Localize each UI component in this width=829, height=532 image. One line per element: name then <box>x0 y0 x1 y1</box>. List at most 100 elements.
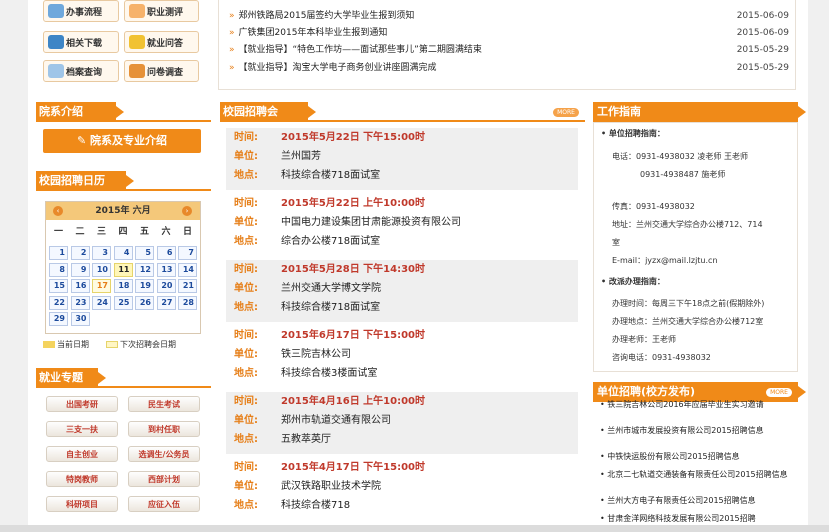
calendar-day[interactable]: 7 <box>178 246 197 260</box>
quick-link-process[interactable]: 办事流程 <box>43 0 119 22</box>
recruit-item[interactable]: 时间: 2015年5月22日 下午15:00时 单位: 兰州国芳 地点: 科技综合楼718… <box>226 128 578 190</box>
calendar-day[interactable]: 24 <box>92 295 111 310</box>
calendar-day[interactable]: 29 <box>49 312 68 326</box>
recruit-place-label: 地点: <box>234 434 258 445</box>
recruit-unit-value[interactable]: 郑州市轨道交通有限公司 <box>281 415 391 426</box>
news-item[interactable]: » 【就业指导】“特色工作坊——面试那些事儿”第二期圆满结束 2015-05-29 <box>229 42 789 58</box>
recruit-time-value: 2015年6月17日 下午15:00时 <box>281 330 426 341</box>
news-item[interactable]: » 郑州铁路局2015届签约大学毕业生报到须知 2015-06-09 <box>229 8 789 24</box>
unit-job-item[interactable]: • 兰州大方电子有限责任公司2015招聘信息 <box>600 496 790 506</box>
calendar-day[interactable]: 19 <box>135 279 154 293</box>
calendar-day[interactable]: 5 <box>135 246 154 260</box>
unit-job-title[interactable]: 兰州大方电子有限责任公司2015招聘信息 <box>607 496 755 505</box>
prev-month-button[interactable]: ‹ <box>53 206 63 216</box>
topic-button[interactable]: 西部计划 <box>128 471 200 487</box>
topic-button[interactable]: 到村任职 <box>128 421 200 437</box>
recruit-time-line: 时间: 2015年5月28日 下午14:30时 <box>234 263 425 277</box>
recruit-unit-value[interactable]: 兰州交通大学博文学院 <box>281 283 381 294</box>
quick-link-career-test[interactable]: 职业测评 <box>124 0 199 22</box>
quick-link-archive[interactable]: 档案查询 <box>43 60 119 82</box>
calendar-day[interactable]: 13 <box>156 262 176 277</box>
recruit-unit-value[interactable]: 兰州国芳 <box>281 151 321 162</box>
unit-guide-heading: • 单位招聘指南： <box>601 129 665 138</box>
quick-link-survey[interactable]: 问卷调查 <box>124 60 199 82</box>
dept-intro-button[interactable]: ✎ 院系及专业介绍 <box>43 129 201 153</box>
recruit-place-label: 地点: <box>234 368 258 379</box>
recruit-place-label: 地点: <box>234 500 258 511</box>
recruit-calendar: 2015年 六月 ‹ › 一二三四五六日 1 2 3 4 5 6 7 8 9 10 11 12 13 14 1… <box>45 201 201 334</box>
topic-button[interactable]: 选调生/公务员 <box>128 446 200 462</box>
unit-job-item[interactable]: • 北京二七轨道交通装备有限责任公司2015招聘信息 <box>600 470 790 480</box>
unit-job-item[interactable]: • 兰州市城市发展投资有限公司2015招聘信息 <box>600 426 790 436</box>
calendar-day[interactable]: 14 <box>178 262 197 277</box>
unit-job-title[interactable]: 铁三院吉林公司2016年应届毕业生实习邀请 <box>607 400 763 409</box>
unit-job-title[interactable]: 甘肃金洋网络科技发展有限公司2015招聘 <box>607 514 755 523</box>
calendar-day[interactable]: 23 <box>70 295 90 310</box>
guide-email[interactable]: E-mail：jyzx@mail.lzjtu.cn <box>612 255 718 267</box>
recruit-item[interactable]: 时间: 2015年4月16日 上午10:00时 单位: 郑州市轨道交通有限公司 地点: 五… <box>226 392 578 454</box>
calendar-day[interactable]: 30 <box>70 312 90 326</box>
calendar-day[interactable]: 22 <box>49 295 68 310</box>
calendar-day[interactable]: 27 <box>156 295 176 310</box>
topic-button[interactable]: 三支一扶 <box>46 421 118 437</box>
recruit-unit-label: 单位: <box>234 283 258 294</box>
recruit-time-label: 时间: <box>234 462 258 473</box>
recruit-unit-value[interactable]: 铁三院吉林公司 <box>281 349 351 360</box>
calendar-day[interactable]: 11 <box>113 262 133 277</box>
quick-link-qa[interactable]: 就业问答 <box>124 31 199 53</box>
recruit-item[interactable]: 时间: 2015年5月22日 上午10:00时 单位: 中国电力建设集团甘肃能源投资有… <box>226 194 578 256</box>
calendar-day[interactable]: 6 <box>156 246 176 260</box>
recruit-unit-line: 单位: 铁三院吉林公司 <box>234 348 351 362</box>
qa-icon <box>129 35 145 49</box>
calendar-day[interactable]: 12 <box>135 262 154 277</box>
calendar-day[interactable]: 16 <box>70 279 90 293</box>
topic-button[interactable]: 科研项目 <box>46 496 118 512</box>
unit-job-item[interactable]: • 甘肃金洋网络科技发展有限公司2015招聘 <box>600 514 790 524</box>
calendar-day[interactable]: 3 <box>92 246 111 260</box>
recruit-item[interactable]: 时间: 2015年5月28日 下午14:30时 单位: 兰州交通大学博文学院 地点: 科技… <box>226 260 578 322</box>
topic-button[interactable]: 出国考研 <box>46 396 118 412</box>
calendar-day[interactable]: 18 <box>113 279 133 293</box>
recruit-item[interactable]: 时间: 2015年4月17日 下午15:00时 单位: 武汉铁路职业技术学院 地点: 科技… <box>226 458 578 520</box>
recruit-time-line: 时间: 2015年4月17日 下午15:00时 <box>234 461 425 475</box>
calendar-day[interactable]: 21 <box>178 279 197 293</box>
topic-button[interactable]: 自主创业 <box>46 446 118 462</box>
recruit-unit-value[interactable]: 中国电力建设集团甘肃能源投资有限公司 <box>281 217 461 228</box>
arrow-icon: » <box>229 45 235 55</box>
calendar-day[interactable]: 4 <box>113 246 133 260</box>
topic-button[interactable]: 特岗教师 <box>46 471 118 487</box>
recruit-unit-value[interactable]: 武汉铁路职业技术学院 <box>281 481 381 492</box>
topic-button[interactable]: 应征入伍 <box>128 496 200 512</box>
calendar-day[interactable]: 25 <box>113 295 133 310</box>
horizontal-scrollbar[interactable] <box>0 525 829 532</box>
news-item[interactable]: » 【就业指导】淘宝大学电子商务创业讲座圆满完成 2015-05-29 <box>229 60 789 76</box>
recruit-item[interactable]: 时间: 2015年6月17日 下午15:00时 单位: 铁三院吉林公司 地点: 科技综合楼… <box>226 326 578 388</box>
calendar-day[interactable]: 15 <box>49 279 68 293</box>
search-icon <box>48 64 64 78</box>
calendar-day[interactable]: 10 <box>92 262 111 277</box>
weekday-header: 日 <box>182 227 192 237</box>
recruit-time-label: 时间: <box>234 396 258 407</box>
calendar-day[interactable]: 28 <box>178 295 197 310</box>
unit-job-item[interactable]: • 铁三院吉林公司2016年应届毕业生实习邀请 <box>600 400 790 410</box>
calendar-day[interactable]: 1 <box>49 246 68 260</box>
calendar-day[interactable]: 8 <box>49 262 68 277</box>
topic-button[interactable]: 民生考试 <box>128 396 200 412</box>
quick-link-download[interactable]: 相关下载 <box>43 31 119 53</box>
calendar-day[interactable]: 17 <box>92 279 111 293</box>
news-item[interactable]: » 广铁集团2015年本科毕业生报到通知 2015-06-09 <box>229 25 789 41</box>
unit-job-item[interactable]: • 中铁快运股份有限公司2015招聘信息 <box>600 452 790 462</box>
calendar-day[interactable]: 26 <box>135 295 154 310</box>
unit-job-title[interactable]: 中铁快运股份有限公司2015招聘信息 <box>607 452 739 461</box>
unit-job-title[interactable]: 兰州市城市发展投资有限公司2015招聘信息 <box>607 426 763 435</box>
calendar-header: 2015年 六月 <box>46 202 200 220</box>
calendar-day[interactable]: 2 <box>70 246 90 260</box>
unit-jobs-more-button[interactable]: MORE <box>766 388 792 397</box>
recruit-unit-label: 单位: <box>234 151 258 162</box>
calendar-day[interactable]: 9 <box>70 262 90 277</box>
next-month-button[interactable]: › <box>182 206 192 216</box>
unit-job-title[interactable]: 北京二七轨道交通装备有限责任公司2015招聘信息 <box>607 470 787 479</box>
calendar-day[interactable]: 20 <box>156 279 176 293</box>
news-list: » 郑州铁路局2015届签约大学毕业生报到须知 2015-06-09 » 广铁集团20… <box>218 0 796 90</box>
recruit-more-button[interactable]: MORE <box>553 108 579 117</box>
